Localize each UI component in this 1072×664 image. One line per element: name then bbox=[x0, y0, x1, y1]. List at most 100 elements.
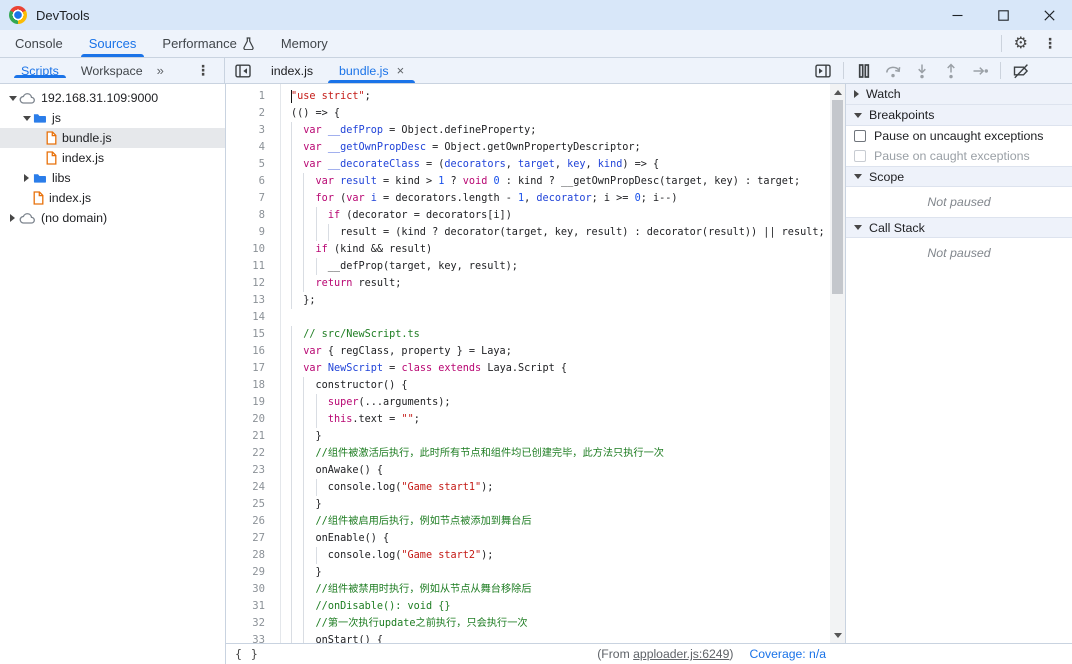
more-tabs-icon[interactable]: » bbox=[157, 63, 164, 78]
editor-tab-index-js[interactable]: index.js bbox=[258, 58, 326, 83]
line-number[interactable]: 4 bbox=[226, 139, 280, 156]
line-number[interactable]: 21 bbox=[226, 428, 280, 445]
line-number[interactable]: 16 bbox=[226, 343, 280, 360]
line-number[interactable]: 6 bbox=[226, 173, 280, 190]
close-button[interactable] bbox=[1026, 0, 1072, 30]
toolbar-right: ⚙ ⋮ bbox=[1001, 30, 1072, 57]
line-number[interactable]: 19 bbox=[226, 394, 280, 411]
line-number[interactable]: 3 bbox=[226, 122, 280, 139]
code-line: console.log("Game start2"); bbox=[291, 547, 830, 564]
deactivate-breakpoints-button[interactable] bbox=[1012, 62, 1030, 80]
section-header-scope[interactable]: Scope bbox=[846, 166, 1072, 187]
tree-item-label: libs bbox=[52, 171, 71, 185]
coverage-link[interactable]: Coverage: n/a bbox=[749, 647, 826, 661]
line-number[interactable]: 11 bbox=[226, 258, 280, 275]
line-number[interactable]: 18 bbox=[226, 377, 280, 394]
section-header-call-stack[interactable]: Call Stack bbox=[846, 217, 1072, 238]
code-line: console.log("Game start1"); bbox=[291, 479, 830, 496]
expanded-arrow-icon bbox=[854, 174, 862, 179]
step-into-button[interactable] bbox=[913, 62, 931, 80]
navigator-tab-workspace[interactable]: Workspace bbox=[70, 64, 154, 78]
code-lines: "use strict";(() => { var __defProp = Ob… bbox=[282, 84, 830, 643]
code-line: //组件被禁用时执行，例如从节点从舞台移除后 bbox=[291, 581, 830, 598]
tree-item-192-168-31-109-9000[interactable]: 192.168.31.109:9000 bbox=[0, 88, 225, 108]
line-number[interactable]: 30 bbox=[226, 581, 280, 598]
code-line: __defProp(target, key, result); bbox=[291, 258, 830, 275]
line-number[interactable]: 12 bbox=[226, 275, 280, 292]
code-line: //第一次执行update之前执行，只会执行一次 bbox=[291, 615, 830, 632]
editor-tabbar: index.jsbundle.js× bbox=[225, 58, 814, 83]
line-number[interactable]: 2 bbox=[226, 105, 280, 122]
line-number[interactable]: 9 bbox=[226, 224, 280, 241]
cloud-icon bbox=[19, 92, 36, 105]
tab-console[interactable]: Console bbox=[2, 30, 76, 57]
section-header-watch[interactable]: Watch bbox=[846, 84, 1072, 105]
tab-memory[interactable]: Memory bbox=[268, 30, 341, 57]
line-number[interactable]: 33 bbox=[226, 632, 280, 643]
scrollbar-thumb[interactable] bbox=[832, 100, 843, 294]
step-button[interactable] bbox=[971, 62, 989, 80]
tree-item-js[interactable]: js bbox=[0, 108, 225, 128]
line-number[interactable]: 24 bbox=[226, 479, 280, 496]
editor-tab-bundle-js[interactable]: bundle.js× bbox=[326, 58, 417, 83]
editor-scrollbar[interactable] bbox=[830, 84, 845, 643]
line-number[interactable]: 32 bbox=[226, 615, 280, 632]
status-bar: { } (From apploader.js:6249) Coverage: n… bbox=[226, 643, 1072, 664]
tab-performance[interactable]: Performance bbox=[149, 30, 267, 57]
minimize-button[interactable] bbox=[934, 0, 980, 30]
line-number[interactable]: 15 bbox=[226, 326, 280, 343]
more-options-icon[interactable]: ⋮ bbox=[1040, 35, 1060, 52]
scroll-up-arrow[interactable] bbox=[830, 84, 845, 100]
line-number[interactable]: 22 bbox=[226, 445, 280, 462]
navigator-menu-icon[interactable]: ⋮ bbox=[193, 62, 213, 79]
step-out-button[interactable] bbox=[942, 62, 960, 80]
pretty-print-button[interactable]: { } bbox=[235, 647, 259, 661]
line-number[interactable]: 14 bbox=[226, 309, 280, 326]
checkbox-label: Pause on caught exceptions bbox=[874, 149, 1030, 163]
debugger-sidebar: WatchBreakpoints Pause on uncaught except… bbox=[845, 84, 1072, 643]
line-number[interactable]: 28 bbox=[226, 547, 280, 564]
apploader-source-link[interactable]: apploader.js:6249 bbox=[633, 647, 729, 661]
editor[interactable]: 1234567891011121314151617181920212223242… bbox=[226, 84, 845, 643]
tab-sources[interactable]: Sources bbox=[76, 30, 150, 57]
code-line: var { regClass, property } = Laya; bbox=[291, 343, 830, 360]
hide-navigator-icon[interactable] bbox=[234, 62, 252, 80]
line-number[interactable]: 5 bbox=[226, 156, 280, 173]
line-number[interactable]: 27 bbox=[226, 530, 280, 547]
tree-item-index-js[interactable]: index.js bbox=[0, 188, 225, 208]
line-number[interactable]: 25 bbox=[226, 496, 280, 513]
file-icon bbox=[46, 131, 57, 145]
line-number[interactable]: 10 bbox=[226, 241, 280, 258]
code-line: constructor() { bbox=[291, 377, 830, 394]
maximize-button[interactable] bbox=[980, 0, 1026, 30]
line-number[interactable]: 26 bbox=[226, 513, 280, 530]
line-number[interactable]: 17 bbox=[226, 360, 280, 377]
toggle-drawer-button[interactable] bbox=[814, 62, 832, 80]
close-tab-icon[interactable]: × bbox=[397, 63, 405, 78]
scroll-down-arrow[interactable] bbox=[830, 627, 845, 643]
line-number[interactable]: 13 bbox=[226, 292, 280, 309]
toolbar-divider bbox=[1000, 62, 1001, 79]
tree-item-bundle-js[interactable]: bundle.js bbox=[0, 128, 225, 148]
line-number[interactable]: 29 bbox=[226, 564, 280, 581]
tree-item-libs[interactable]: libs bbox=[0, 168, 225, 188]
titlebar: DevTools bbox=[0, 0, 1072, 30]
line-number[interactable]: 31 bbox=[226, 598, 280, 615]
line-number[interactable]: 8 bbox=[226, 207, 280, 224]
folder-icon bbox=[33, 112, 47, 124]
line-number[interactable]: 23 bbox=[226, 462, 280, 479]
navigator-tab-scripts[interactable]: Scripts bbox=[10, 64, 70, 78]
step-over-button[interactable] bbox=[884, 62, 902, 80]
pause-button[interactable] bbox=[855, 62, 873, 80]
tree-item-no-domain[interactable]: (no domain) bbox=[0, 208, 225, 228]
line-number[interactable]: 1 bbox=[226, 88, 280, 105]
pause-on-uncaught-exceptions-checkbox[interactable]: Pause on uncaught exceptions bbox=[846, 126, 1072, 146]
section-header-breakpoints[interactable]: Breakpoints bbox=[846, 105, 1072, 126]
settings-gear-icon[interactable]: ⚙ bbox=[1014, 36, 1028, 52]
line-number[interactable]: 7 bbox=[226, 190, 280, 207]
tree-item-index-js[interactable]: index.js bbox=[0, 148, 225, 168]
code-line: if (kind && result) bbox=[291, 241, 830, 258]
editor-tabs: index.jsbundle.js× bbox=[258, 58, 417, 83]
checkbox-label: Pause on uncaught exceptions bbox=[874, 129, 1043, 143]
line-number[interactable]: 20 bbox=[226, 411, 280, 428]
